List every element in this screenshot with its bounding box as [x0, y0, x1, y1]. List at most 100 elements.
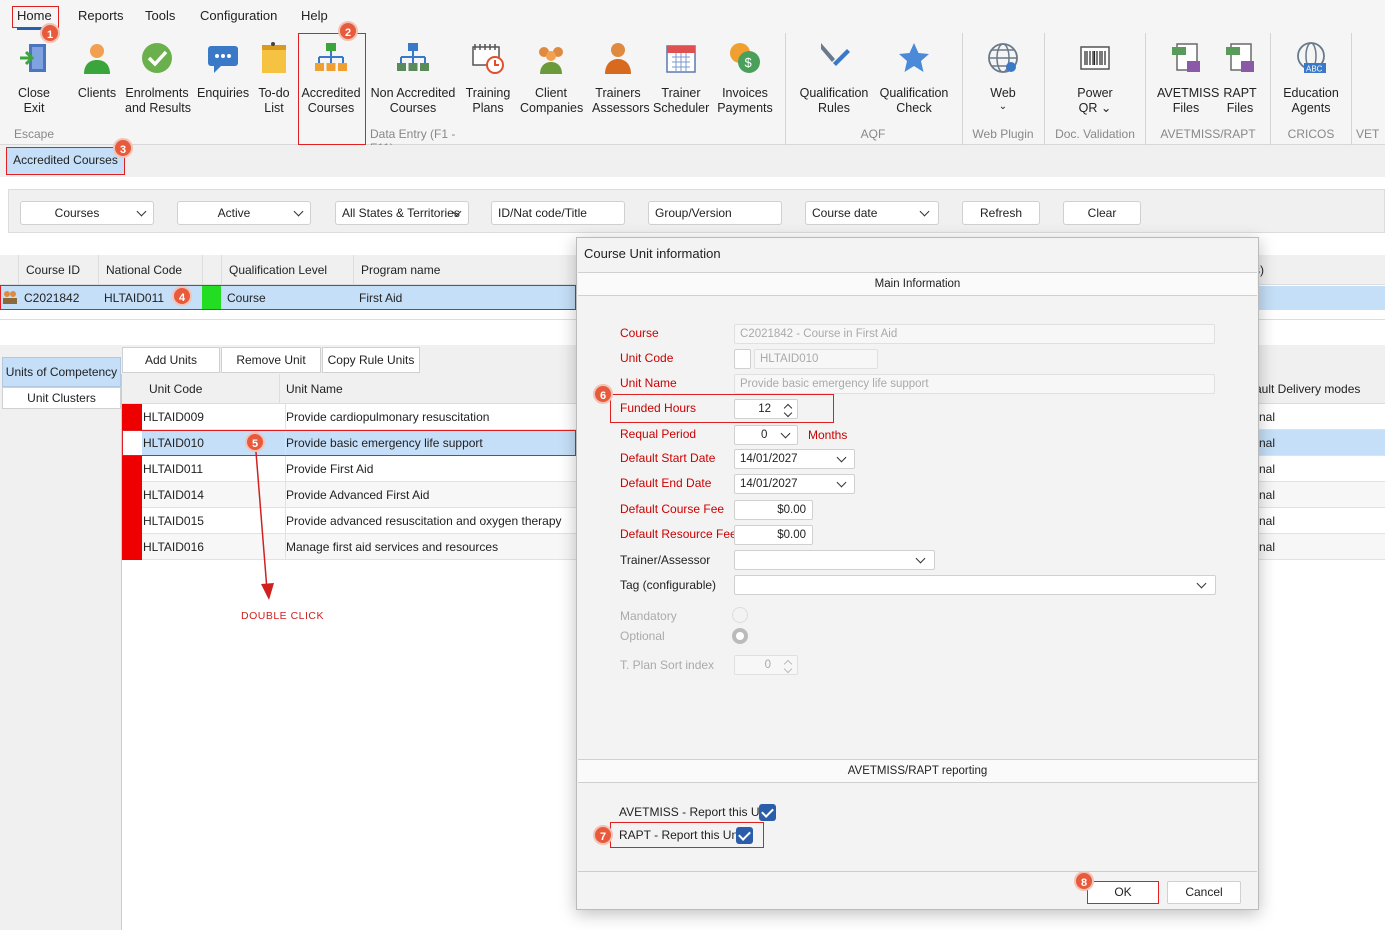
- copy-rule-units-button[interactable]: Copy Rule Units: [322, 347, 420, 373]
- step-badge-4: 4: [172, 286, 192, 306]
- unit-name-cell: Provide advanced resuscitation and oxyge…: [285, 508, 562, 534]
- invoices-payments-button[interactable]: $ Invoices Payments: [717, 41, 773, 116]
- add-units-button[interactable]: Add Units: [122, 347, 220, 373]
- web-button[interactable]: Web ⌄: [982, 41, 1024, 113]
- col-unit-code[interactable]: Unit Code: [149, 382, 202, 396]
- avetmiss-report-checkbox[interactable]: [759, 804, 776, 821]
- txt-file-icon: [1169, 41, 1203, 75]
- menu-bar: Home Reports Tools Configuration Help: [0, 0, 1385, 33]
- refresh-button[interactable]: Refresh: [962, 201, 1040, 225]
- chevron-down-icon: [915, 553, 926, 564]
- ok-button[interactable]: OK: [1087, 881, 1159, 904]
- calendar-clock-icon: [471, 41, 505, 75]
- courses-select[interactable]: Courses: [20, 201, 154, 225]
- row-status-marker: [122, 534, 142, 560]
- row-status-marker: [122, 508, 142, 534]
- tab-accredited-courses[interactable]: Accredited Courses: [6, 147, 125, 175]
- course-fee-input[interactable]: $0.00: [734, 500, 813, 520]
- col-national-code[interactable]: National Code: [98, 255, 202, 285]
- unit-code-field: HLTAID010: [754, 349, 878, 369]
- avetmiss-files-button[interactable]: AVETMISS Files: [1157, 41, 1219, 116]
- course-field: C2021842 - Course in First Aid: [734, 324, 1215, 344]
- active-select[interactable]: Active: [177, 201, 311, 225]
- start-date-picker[interactable]: 14/01/2027: [734, 449, 855, 469]
- end-date-picker[interactable]: 14/01/2027: [734, 474, 855, 494]
- rules-pen-icon: [817, 41, 851, 75]
- cancel-button[interactable]: Cancel: [1167, 881, 1241, 904]
- trainers-assessors-button[interactable]: Trainers Assessors: [592, 41, 650, 116]
- unit-name-cell: Provide First Aid: [285, 456, 373, 482]
- chevron-down-icon: [293, 206, 304, 217]
- client-companies-button[interactable]: Client Companies: [520, 41, 583, 116]
- col-course-id[interactable]: Course ID: [18, 255, 98, 285]
- document-tabs: Accredited Courses: [0, 145, 1385, 177]
- col-program-name[interactable]: Program name: [353, 255, 576, 285]
- col-qualification-level[interactable]: Qualification Level: [221, 255, 353, 285]
- unit-name-field: Provide basic emergency life support: [734, 374, 1215, 394]
- col-unit-name[interactable]: Unit Name: [279, 374, 343, 404]
- check-circle-icon: [140, 41, 174, 75]
- unit-name-cell: Provide Advanced First Aid: [285, 482, 429, 508]
- row-status-marker: [122, 404, 142, 430]
- qualification-rules-button[interactable]: Qualification Rules: [798, 41, 870, 116]
- mandatory-radio[interactable]: [732, 607, 748, 623]
- tab-units-of-competency[interactable]: Units of Competency: [2, 357, 121, 387]
- txt-file-icon: [1223, 41, 1257, 75]
- step-badge-8: 8: [1074, 871, 1094, 891]
- tab-unit-clusters[interactable]: Unit Clusters: [2, 387, 121, 409]
- clients-button[interactable]: Clients: [76, 41, 118, 101]
- id-search-input[interactable]: ID/Nat code/Title: [491, 201, 625, 225]
- menu-reports[interactable]: Reports: [78, 8, 124, 23]
- chevron-down-icon: [780, 428, 791, 439]
- highlight-rapt-report: [610, 822, 764, 848]
- highlight-course-row: [0, 285, 576, 310]
- step-badge-1: 1: [40, 23, 60, 43]
- course-date-select[interactable]: Course date: [805, 201, 939, 225]
- filter-bar: Courses Active All States & Territories …: [8, 189, 1385, 233]
- group-version-input[interactable]: Group/Version: [648, 201, 782, 225]
- todo-list-button[interactable]: To-do List: [256, 41, 292, 116]
- chevron-down-icon: [136, 206, 147, 217]
- chevron-down-icon: [836, 452, 847, 463]
- close-exit-button[interactable]: Close Exit: [12, 41, 56, 116]
- unit-name-cell: Provide cardiopulmonary resuscitation: [285, 404, 489, 430]
- enquiries-button[interactable]: Enquiries: [197, 41, 249, 101]
- trainer-scheduler-button[interactable]: Trainer Scheduler: [653, 41, 709, 116]
- optional-radio[interactable]: [732, 628, 748, 644]
- non-accredited-courses-button[interactable]: Non Accredited Courses: [370, 41, 456, 116]
- remove-unit-button[interactable]: Remove Unit: [221, 347, 321, 373]
- menu-configuration[interactable]: Configuration: [200, 8, 277, 23]
- states-select[interactable]: All States & Territories: [335, 201, 469, 225]
- trainer-assessor-select[interactable]: [734, 550, 935, 570]
- chevron-down-icon: [1196, 578, 1207, 589]
- dialog-title: Course Unit information: [584, 246, 721, 261]
- step-badge-7: 7: [593, 825, 613, 845]
- unit-code-cell: HLTAID016: [143, 540, 204, 554]
- education-agents-button[interactable]: ABC Education Agents: [1282, 41, 1340, 116]
- enrolments-button[interactable]: Enrolments and Results: [125, 41, 191, 116]
- qualification-check-button[interactable]: Qualification Check: [877, 41, 951, 116]
- star-icon: [897, 41, 931, 75]
- highlight-unit-row: [122, 430, 576, 456]
- globe-abc-icon: ABC: [1294, 41, 1328, 75]
- clear-button[interactable]: Clear: [1063, 201, 1141, 225]
- unit-code-cell: HLTAID014: [143, 488, 204, 502]
- menu-help[interactable]: Help: [301, 8, 328, 23]
- row-status-marker: [122, 482, 142, 508]
- double-click-label: DOUBLE CLICK: [241, 610, 325, 622]
- trainer-person-icon: [601, 41, 635, 75]
- svg-text:$: $: [745, 55, 753, 70]
- group-people-icon: [534, 41, 568, 75]
- requal-period-select[interactable]: 0: [734, 425, 798, 445]
- rapt-files-button[interactable]: RAPT Files: [1222, 41, 1258, 116]
- power-qr-button[interactable]: Power QR ⌄: [1070, 41, 1120, 116]
- training-plans-button[interactable]: Training Plans: [464, 41, 512, 116]
- menu-tools[interactable]: Tools: [145, 8, 175, 23]
- ribbon: Close Exit Clients Enrolments and Result…: [0, 33, 1385, 155]
- step-badge-6: 6: [593, 384, 613, 404]
- resource-fee-input[interactable]: $0.00: [734, 525, 813, 545]
- exit-door-icon: [17, 41, 51, 75]
- step-badge-3: 3: [113, 138, 133, 158]
- reporting-section: AVETMISS/RAPT reporting: [578, 759, 1257, 783]
- tag-select[interactable]: [734, 575, 1216, 595]
